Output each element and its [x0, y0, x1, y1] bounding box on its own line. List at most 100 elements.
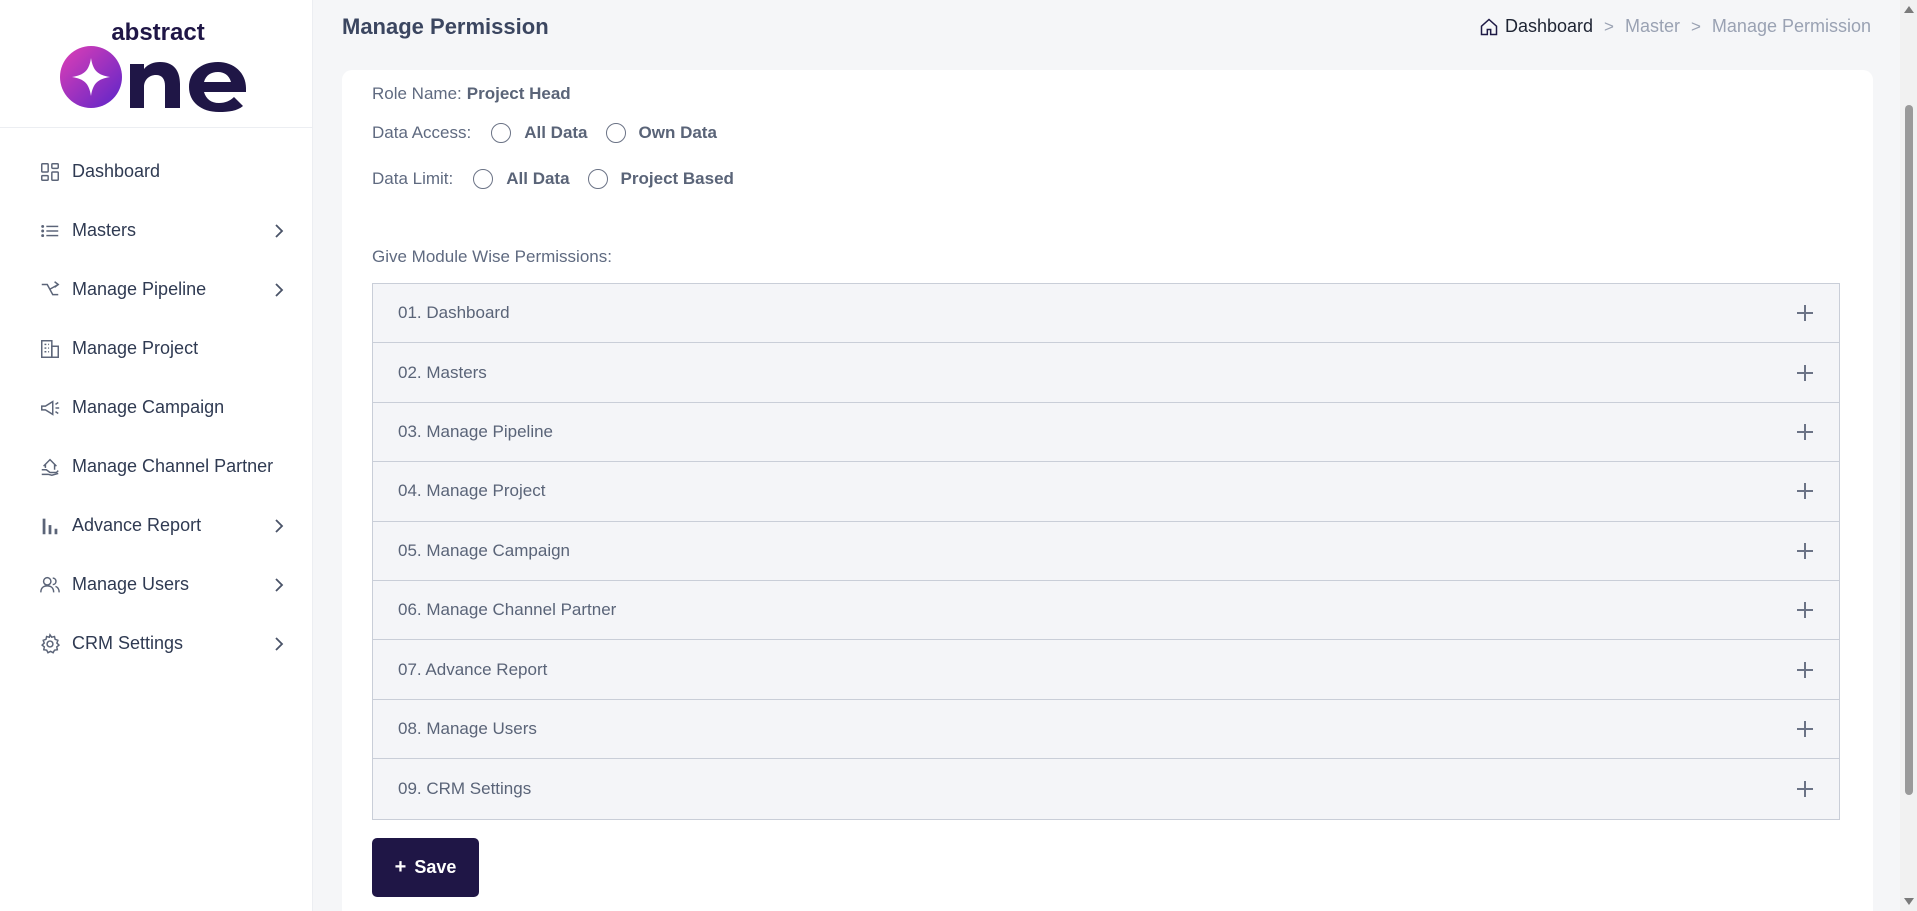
sidebar-item-label: Advance Report — [72, 515, 202, 535]
data-limit-project-based-radio[interactable]: Project Based — [587, 169, 746, 189]
accordion-item-manage-pipeline[interactable]: 03. Manage Pipeline — [373, 402, 1839, 463]
data-access-all-data-radio[interactable]: All Data — [491, 123, 599, 143]
accordion-label: 09. CRM Settings — [398, 778, 532, 798]
dashboard-icon — [38, 160, 62, 184]
accordion-label: 07. Advance Report — [398, 659, 548, 679]
list-icon — [38, 219, 62, 243]
accordion-item-manage-users[interactable]: 08. Manage Users — [373, 699, 1839, 760]
sidebar: abstract Dashboard Masters Manage Pipeli… — [0, 0, 313, 911]
plus-icon[interactable] — [1797, 602, 1813, 619]
role-name-value: Project Head — [466, 84, 571, 103]
accordion-item-dashboard[interactable]: 01. Dashboard — [373, 284, 1839, 344]
chevron-right-icon — [270, 281, 288, 299]
breadcrumb-home-label: Dashboard — [1504, 16, 1594, 36]
abstract-one-logo: abstract — [60, 19, 246, 112]
handshake-house-icon — [38, 455, 62, 479]
scrollbar-thumb[interactable] — [1905, 105, 1913, 795]
chevron-right-icon — [270, 635, 288, 653]
building-icon — [38, 337, 62, 361]
plus-icon[interactable] — [1797, 423, 1813, 440]
radio-label: All Data — [524, 123, 588, 142]
data-access-row: Data Access: All Data Own Data — [372, 120, 729, 146]
radio-circle[interactable] — [587, 169, 608, 189]
data-limit-all-data-radio[interactable]: All Data — [473, 169, 581, 189]
module-accordion: 01. Dashboard 02. Masters 03. Manage Pip… — [372, 283, 1840, 820]
sidebar-item-manage-pipeline[interactable]: Manage Pipeline — [0, 260, 312, 319]
plus-icon[interactable] — [1797, 364, 1813, 381]
home-icon — [1480, 17, 1498, 35]
plus-icon[interactable] — [1797, 720, 1813, 737]
pipeline-icon — [38, 278, 62, 302]
data-limit-label: Data Limit: — [372, 169, 454, 188]
accordion-item-crm-settings[interactable]: 09. CRM Settings — [373, 759, 1839, 819]
breadcrumb-home-link[interactable]: Dashboard — [1479, 16, 1593, 37]
accordion-label: 06. Manage Channel Partner — [398, 600, 617, 620]
page-title: Manage Permission — [342, 14, 549, 39]
breadcrumb-master-link[interactable]: Master — [1625, 16, 1680, 37]
sidebar-item-label: Manage Pipeline — [72, 279, 207, 299]
data-access-own-data-radio[interactable]: Own Data — [605, 123, 729, 143]
plus-icon[interactable] — [1797, 661, 1813, 678]
radio-label: All Data — [506, 169, 570, 188]
accordion-label: 02. Masters — [398, 362, 487, 382]
sidebar-item-label: Manage Campaign — [72, 397, 225, 417]
chevron-right-icon — [270, 222, 288, 240]
accordion-item-manage-channel-partner[interactable]: 06. Manage Channel Partner — [373, 580, 1839, 641]
sidebar-nav: Dashboard Masters Manage Pipeline Manage… — [0, 128, 312, 673]
accordion-item-advance-report[interactable]: 07. Advance Report — [373, 640, 1839, 700]
accordion-label: 01. Dashboard — [398, 303, 510, 323]
sidebar-item-label: Masters — [72, 220, 137, 240]
sidebar-item-label: Manage Users — [72, 574, 190, 594]
sidebar-item-dashboard[interactable]: Dashboard — [0, 142, 312, 201]
sidebar-item-manage-channel-partner[interactable]: Manage Channel Partner — [0, 437, 312, 496]
data-limit-row: Data Limit: All Data Project Based — [372, 166, 746, 192]
plus-icon[interactable] — [1797, 305, 1813, 322]
radio-label: Project Based — [620, 169, 734, 188]
megaphone-icon — [38, 396, 62, 420]
accordion-label: 05. Manage Campaign — [398, 540, 571, 560]
breadcrumb-separator: > — [1604, 16, 1614, 36]
sidebar-item-label: Manage Project — [72, 338, 199, 358]
radio-circle[interactable] — [473, 169, 494, 189]
radio-label: Own Data — [638, 123, 717, 142]
gear-icon — [38, 632, 62, 656]
page-scrollbar[interactable] — [1900, 0, 1917, 911]
accordion-item-manage-campaign[interactable]: 05. Manage Campaign — [373, 521, 1839, 581]
plus-icon[interactable] — [1797, 780, 1813, 797]
app-logo[interactable]: abstract — [0, 0, 312, 128]
sidebar-item-label: Manage Channel Partner — [72, 456, 274, 476]
breadcrumb-current: Manage Permission — [1711, 16, 1871, 36]
accordion-label: 08. Manage Users — [398, 718, 537, 738]
scroll-down-arrow-icon[interactable] — [1904, 898, 1914, 905]
plus-icon[interactable] — [1797, 483, 1813, 500]
role-name-label: Role Name: — [372, 84, 462, 103]
bar-chart-icon — [38, 514, 62, 538]
sidebar-item-advance-report[interactable]: Advance Report — [0, 496, 312, 555]
logo-wordmark-top: abstract — [111, 19, 204, 46]
users-icon — [38, 573, 62, 597]
role-name-row: Role Name: Project Head — [372, 82, 571, 106]
sidebar-item-crm-settings[interactable]: CRM Settings — [0, 614, 312, 673]
plus-icon: + — [394, 856, 407, 878]
plus-icon[interactable] — [1797, 542, 1813, 559]
sidebar-item-manage-campaign[interactable]: Manage Campaign — [0, 378, 312, 437]
sidebar-item-manage-project[interactable]: Manage Project — [0, 319, 312, 378]
sidebar-item-manage-users[interactable]: Manage Users — [0, 555, 312, 614]
radio-circle[interactable] — [605, 123, 626, 143]
sidebar-item-masters[interactable]: Masters — [0, 201, 312, 260]
permission-card: Role Name: Project Head Data Access: All… — [342, 70, 1873, 911]
accordion-item-manage-project[interactable]: 04. Manage Project — [373, 462, 1839, 522]
sidebar-item-label: Dashboard — [72, 161, 161, 181]
save-button[interactable]: + Save — [372, 838, 479, 897]
radio-circle[interactable] — [491, 123, 512, 143]
chevron-right-icon — [270, 576, 288, 594]
module-permissions-label: Give Module Wise Permissions: — [372, 247, 612, 266]
sidebar-item-label: CRM Settings — [72, 633, 184, 653]
breadcrumb: Dashboard > Master > Manage Permission — [1479, 16, 1871, 37]
breadcrumb-separator: > — [1690, 16, 1701, 36]
chevron-right-icon — [270, 517, 288, 535]
accordion-item-masters[interactable]: 02. Masters — [373, 343, 1839, 403]
save-button-label: Save — [414, 857, 457, 877]
accordion-label: 04. Manage Project — [398, 481, 546, 501]
scroll-up-arrow-icon[interactable] — [1904, 6, 1914, 13]
